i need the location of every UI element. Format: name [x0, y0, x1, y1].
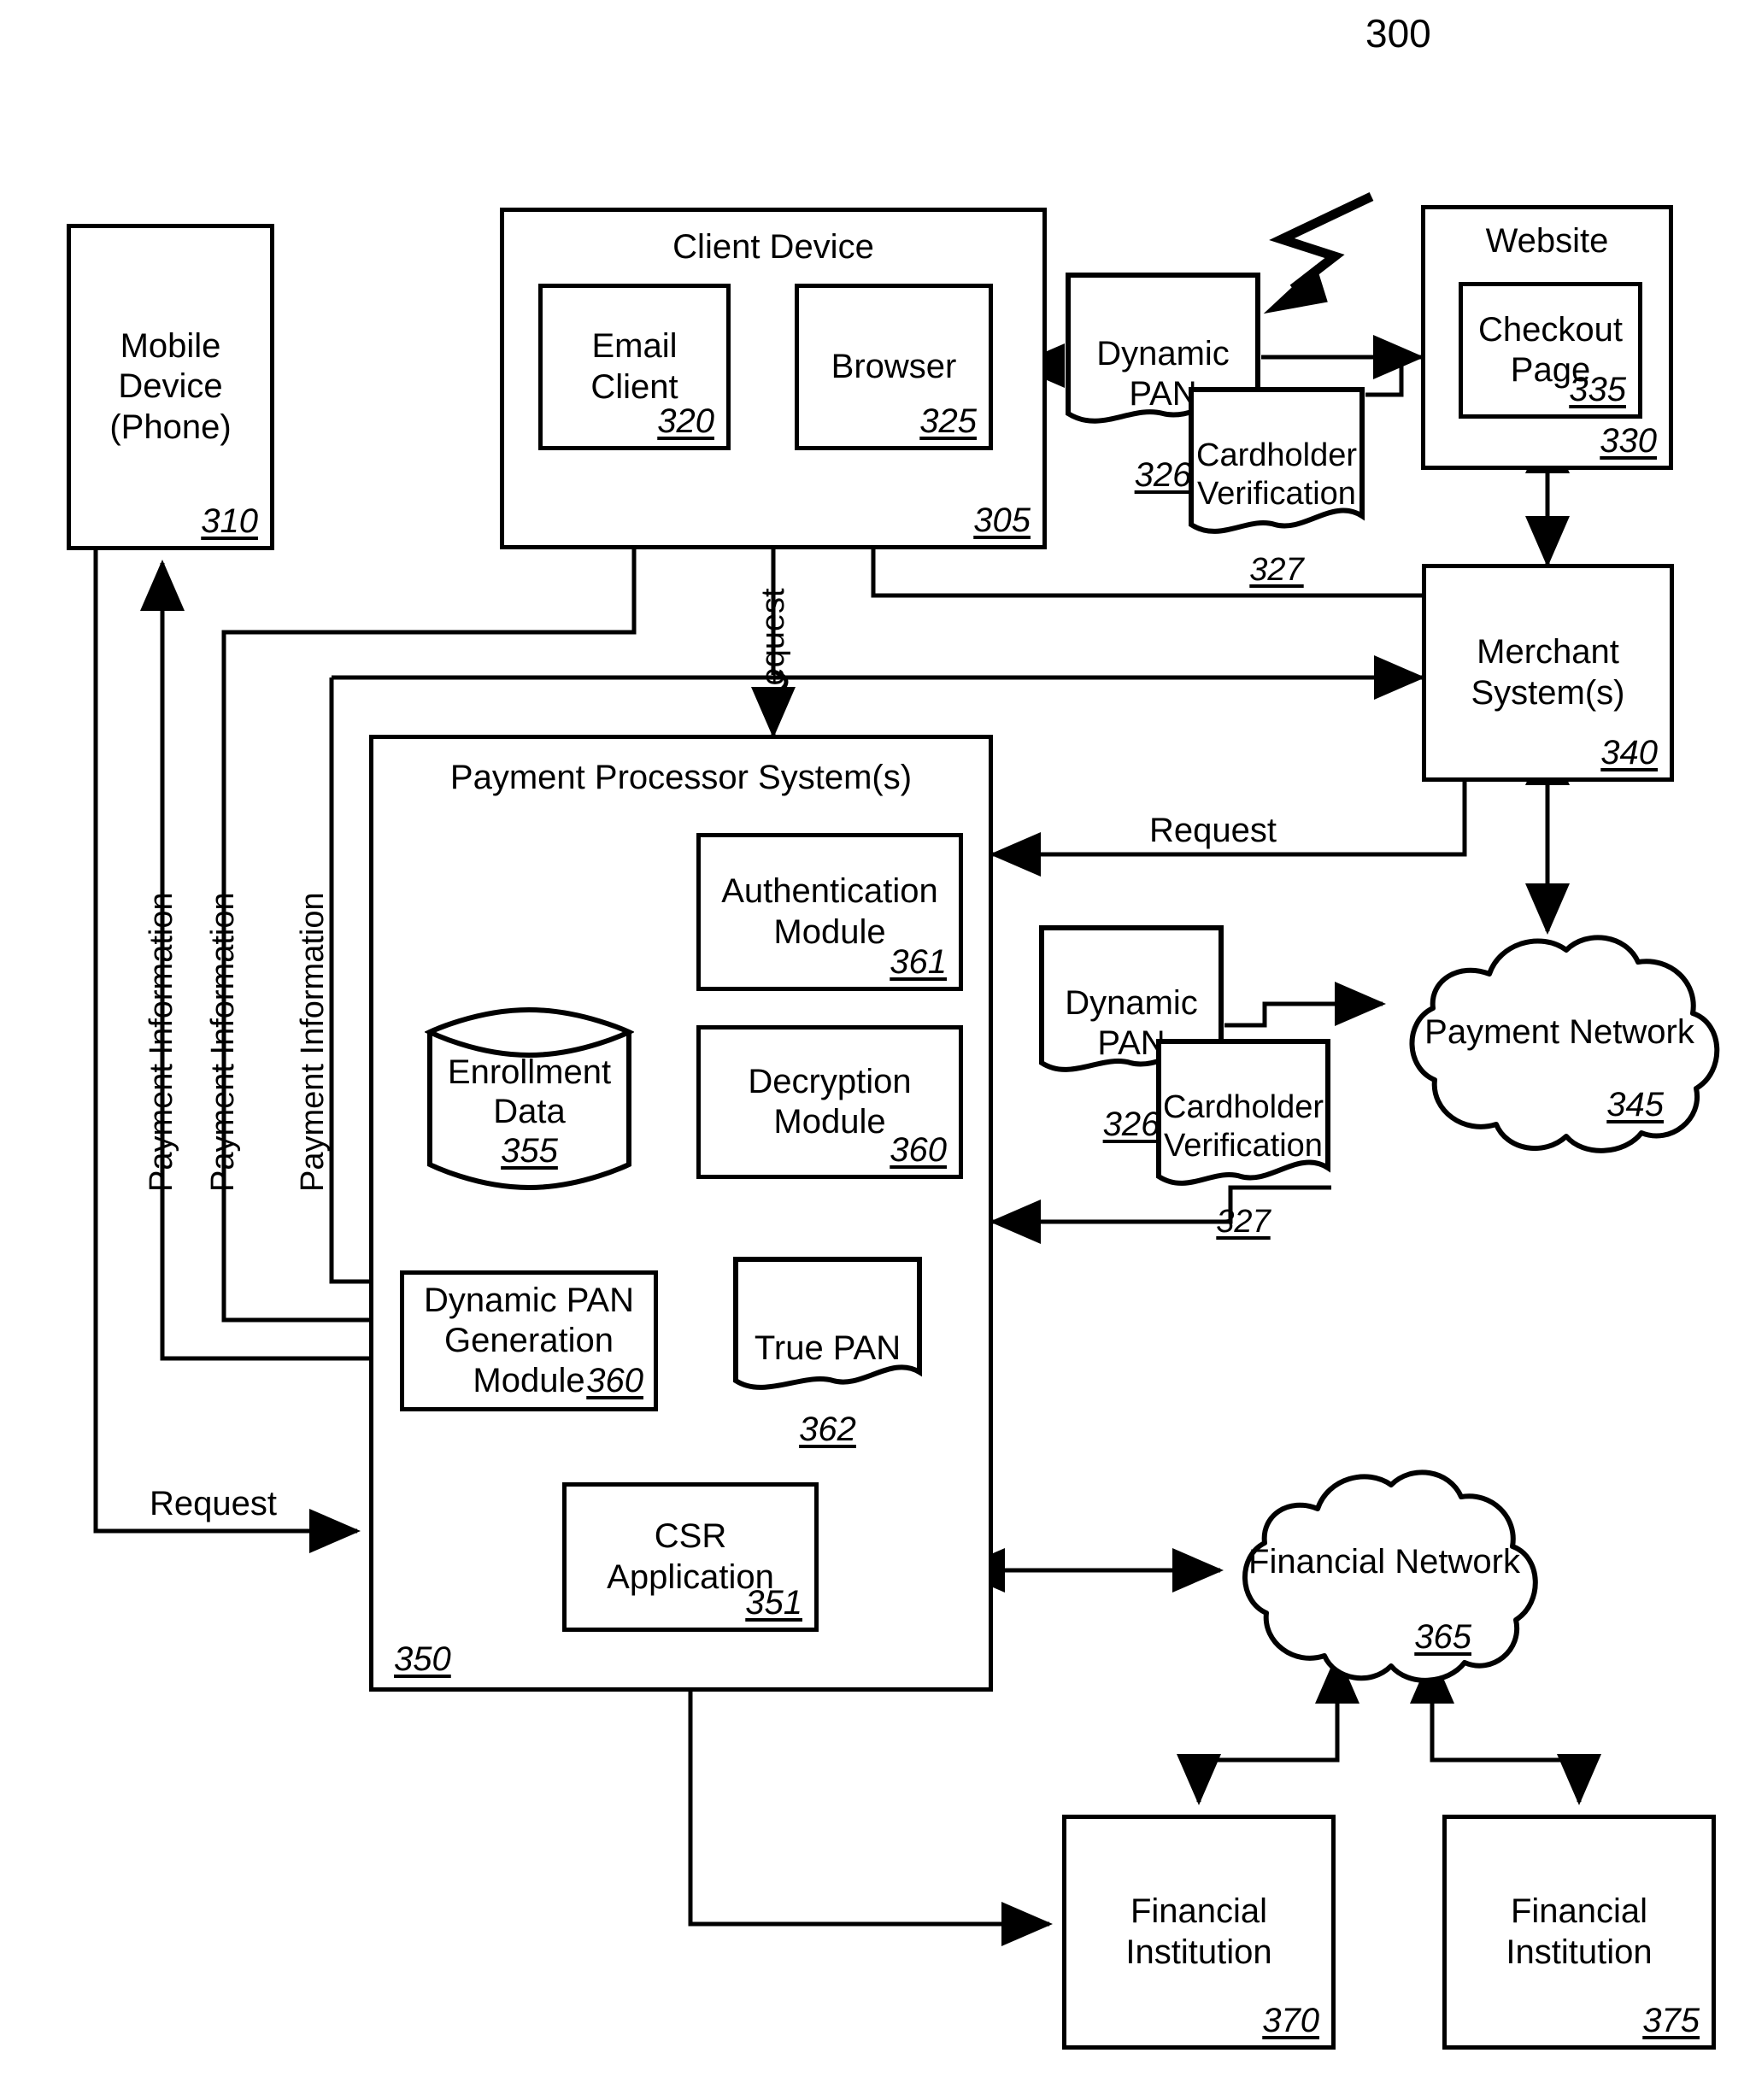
edge-label-request-bottom: Request — [150, 1485, 277, 1522]
financial-network-text: Financial Network — [1222, 1543, 1547, 1581]
cardholder-verification-top-ref: 327 — [1249, 552, 1304, 589]
figure-number: 300 — [1365, 11, 1431, 56]
edge-label-payment-information-1: Payment Information — [144, 892, 179, 1192]
node-enrollment-data[interactable]: Enrollment Data 355 — [424, 1006, 635, 1191]
node-dynamic-pan-generation-module[interactable]: Dynamic PAN Generation Module 360 — [400, 1270, 658, 1411]
browser-ref: 325 — [919, 402, 977, 440]
cardholder-verification-mid-ref: 327 — [1216, 1204, 1271, 1241]
enrollment-data-text: Enrollment Data 355 — [425, 1053, 634, 1170]
node-authentication-module[interactable]: Authentication Module 361 — [696, 833, 963, 991]
email-client-label: Email Client — [590, 327, 678, 406]
decryption-module-ref: 360 — [890, 1131, 947, 1169]
edge-label-request-vertical: Request — [755, 588, 791, 709]
edge-cvv-to-checkout — [1365, 357, 1404, 397]
authentication-module-label: Authentication Module — [721, 872, 938, 951]
enrollment-data-label: Enrollment Data — [447, 1053, 612, 1130]
node-browser[interactable]: Browser 325 — [795, 284, 993, 450]
dynamic-pan-mid-ref: 326 — [1102, 1105, 1160, 1143]
true-pan-text: True PAN 362 — [732, 1288, 923, 1450]
edge-label-payment-information-2: Payment Information — [205, 892, 241, 1192]
artifact-cardholder-verification-mid[interactable]: Cardholder Verification 327 — [1155, 1038, 1331, 1240]
node-checkout-page[interactable]: Checkout Page 335 — [1459, 282, 1642, 419]
patent-figure-300: Mobile Device (Phone) 310 Client Device … — [0, 0, 1750, 2100]
website-label: Website — [1485, 222, 1609, 260]
artifact-cardholder-verification-top[interactable]: Cardholder Verification 327 — [1188, 386, 1365, 588]
payment-network-ref: 345 — [1606, 1086, 1664, 1123]
decryption-module-label: Decryption Module — [748, 1062, 912, 1141]
financial-institution-370-ref: 370 — [1262, 2002, 1319, 2039]
csr-application-ref: 351 — [745, 1584, 802, 1622]
financial-institution-375-label: Financial Institution — [1506, 1892, 1653, 1971]
edge-label-request-merchant: Request — [1149, 812, 1277, 849]
node-financial-institution-370[interactable]: Financial Institution 370 — [1062, 1815, 1336, 2050]
payment-network-label: Payment Network — [1424, 1013, 1694, 1051]
node-csr-application[interactable]: CSR Application 351 — [562, 1482, 819, 1632]
true-pan-ref: 362 — [799, 1410, 856, 1448]
authentication-module-ref: 361 — [890, 943, 947, 981]
browser-label: Browser — [831, 347, 957, 385]
payment-processor-label: Payment Processor System(s) — [449, 759, 913, 796]
node-financial-network[interactable]: Financial Network 365 — [1222, 1458, 1547, 1692]
mobile-device-label: Mobile Device (Phone) — [109, 327, 232, 446]
node-mobile-device[interactable]: Mobile Device (Phone) 310 — [67, 224, 274, 550]
website-ref: 330 — [1600, 422, 1657, 460]
dynamic-pan-generation-ref: 360 — [586, 1362, 643, 1399]
node-merchant-system[interactable]: Merchant System(s) 340 — [1422, 564, 1674, 782]
lightning-bolt-pointer — [1263, 192, 1374, 314]
financial-network-label: Financial Network — [1248, 1543, 1520, 1581]
cardholder-verification-mid-label: Cardholder Verification — [1163, 1088, 1324, 1164]
true-pan-label: True PAN — [754, 1329, 901, 1368]
client-device-ref: 305 — [973, 502, 1031, 539]
financial-network-ref: 365 — [1414, 1618, 1471, 1656]
mobile-device-ref: 310 — [201, 502, 258, 540]
edge-fn-to-fi370 — [1176, 1652, 1360, 1806]
financial-institution-370-label: Financial Institution — [1125, 1892, 1272, 1971]
edge-pi1-to-mobile-device — [140, 559, 400, 1361]
node-financial-institution-375[interactable]: Financial Institution 375 — [1442, 1815, 1716, 2050]
cardholder-verification-top-text: Cardholder Verification 327 — [1188, 398, 1365, 590]
client-device-label: Client Device — [672, 228, 874, 266]
node-true-pan[interactable]: True PAN 362 — [732, 1256, 923, 1448]
cardholder-verification-mid-text: Cardholder Verification 327 — [1155, 1050, 1331, 1241]
enrollment-data-ref: 355 — [501, 1132, 558, 1170]
node-decryption-module[interactable]: Decryption Module 360 — [696, 1025, 963, 1179]
merchant-system-label: Merchant System(s) — [1471, 633, 1625, 712]
email-client-ref: 320 — [657, 402, 714, 440]
node-email-client[interactable]: Email Client 320 — [538, 284, 731, 450]
edge-label-payment-information-3: Payment Information — [295, 892, 331, 1192]
edge-fn-to-fi375 — [1410, 1652, 1601, 1806]
node-payment-network[interactable]: Payment Network 345 — [1389, 921, 1730, 1160]
payment-processor-ref: 350 — [394, 1640, 451, 1678]
payment-network-text: Payment Network — [1389, 1013, 1730, 1052]
cardholder-verification-top-label: Cardholder Verification — [1196, 437, 1357, 512]
merchant-system-ref: 340 — [1600, 734, 1658, 771]
dynamic-pan-top-ref: 326 — [1134, 455, 1192, 494]
checkout-page-ref: 335 — [1569, 371, 1626, 408]
edge-dpan-mid-to-payment-network — [1224, 982, 1387, 1028]
financial-institution-375-ref: 375 — [1642, 2002, 1700, 2039]
